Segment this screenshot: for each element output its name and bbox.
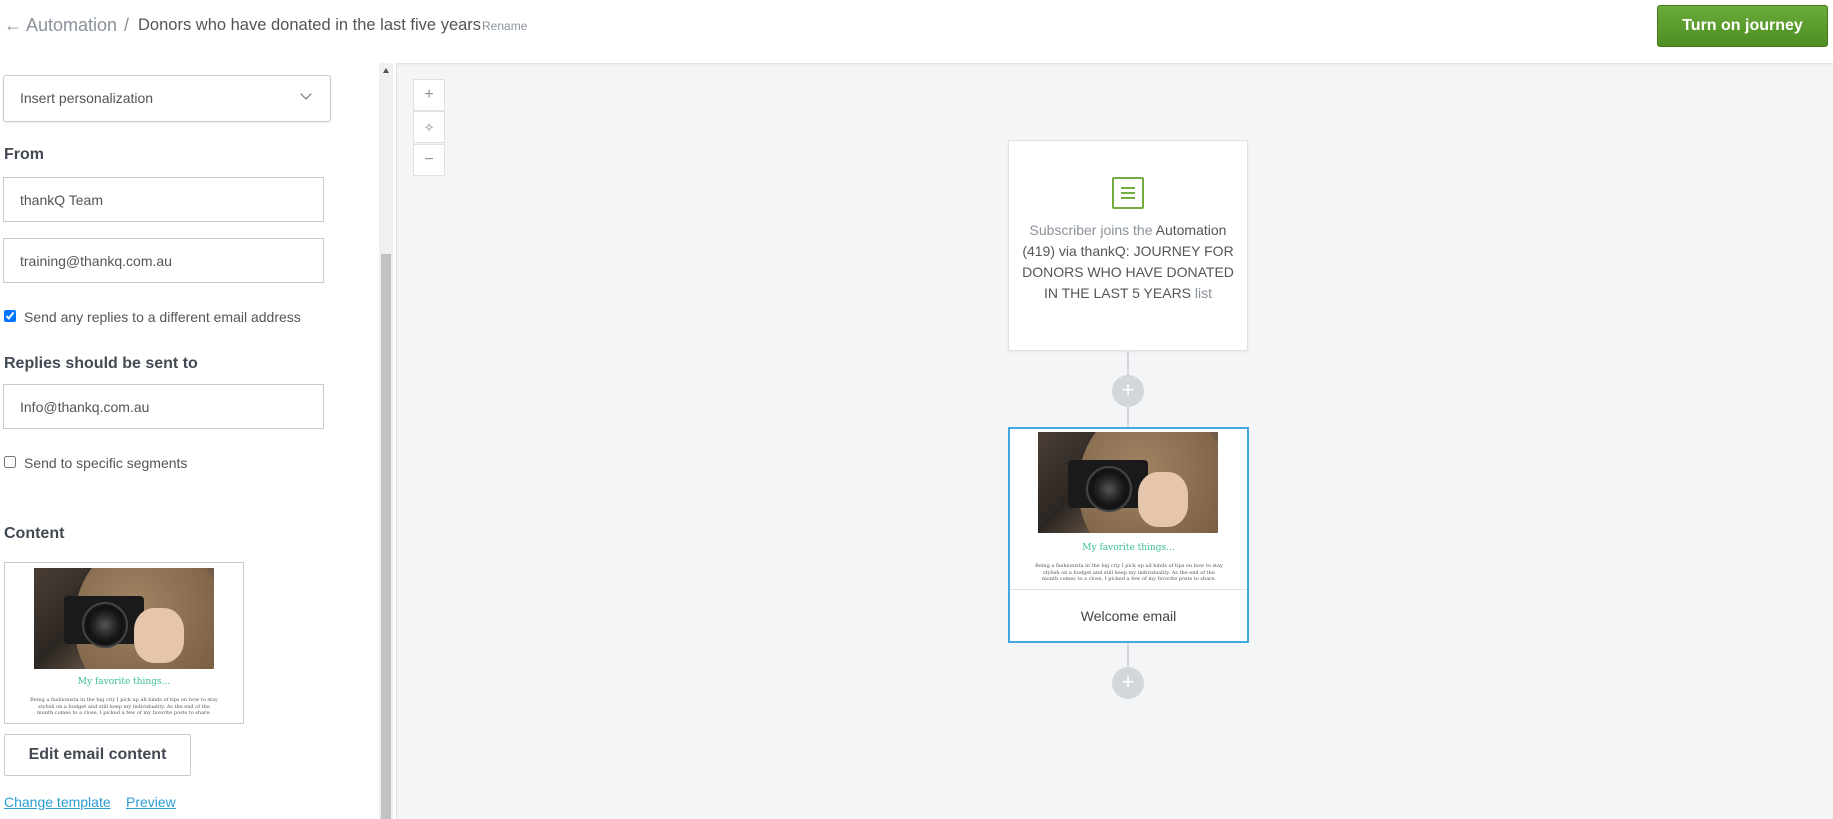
replies-to-label: Replies should be sent to: [4, 355, 198, 372]
welcome-email-node[interactable]: My favorite things... Being a fashionist…: [1008, 427, 1249, 643]
breadcrumb-automation-link[interactable]: Automation: [26, 15, 117, 36]
camera-photo-image: [1038, 432, 1218, 533]
reply-email-input[interactable]: [3, 384, 324, 429]
thumbnail-heading: My favorite things...: [77, 677, 171, 687]
list-icon: [1112, 177, 1144, 209]
rename-link[interactable]: Rename: [482, 19, 527, 33]
from-label: From: [4, 146, 44, 163]
trigger-description: Subscriber joins the Automation (419) vi…: [1022, 222, 1234, 301]
reply-to-different-label[interactable]: Send any replies to a different email ad…: [24, 309, 301, 325]
zoom-in-button[interactable]: +: [413, 79, 445, 111]
page-title: Donors who have donated in the last five…: [138, 16, 482, 34]
specific-segments-label[interactable]: Send to specific segments: [24, 455, 187, 471]
from-name-input[interactable]: [3, 177, 324, 222]
thumbnail-body-text: Being a fashionista in the big city I pi…: [30, 697, 218, 716]
zoom-fit-button[interactable]: ⟡: [413, 111, 445, 143]
add-step-button[interactable]: +: [1112, 375, 1144, 407]
preview-link[interactable]: Preview: [126, 794, 176, 810]
zoom-out-button[interactable]: −: [413, 144, 445, 176]
reply-to-different-checkbox[interactable]: [4, 310, 16, 322]
email-preview: My favorite things... Being a fashionist…: [1010, 429, 1247, 590]
breadcrumb-separator: /: [124, 15, 130, 35]
email-content-thumbnail[interactable]: My favorite things... Being a fashionist…: [4, 562, 244, 724]
top-header: ← Automation / Donors who have donated i…: [0, 0, 1833, 64]
camera-photo-image: [34, 568, 214, 669]
email-node-name: Welcome email: [1080, 608, 1177, 624]
back-arrow-icon[interactable]: ←: [4, 15, 22, 36]
specific-segments-checkbox[interactable]: [4, 456, 16, 468]
email-preview-heading: My favorite things...: [1082, 543, 1175, 553]
add-step-button[interactable]: +: [1112, 667, 1144, 699]
scrollbar-thumb[interactable]: [381, 254, 391, 819]
chevron-down-icon: [300, 88, 312, 100]
turn-on-journey-button[interactable]: Turn on journey: [1657, 5, 1828, 47]
from-email-input[interactable]: [3, 238, 324, 283]
journey-trigger-node[interactable]: Subscriber joins the Automation (419) vi…: [1008, 140, 1248, 351]
email-preview-body: Being a fashionista in the big city I pi…: [1035, 563, 1223, 582]
edit-email-content-button[interactable]: Edit email content: [4, 734, 191, 776]
change-template-link[interactable]: Change template: [4, 794, 111, 810]
insert-personalization-label: Insert personalization: [20, 90, 154, 106]
insert-personalization-dropdown[interactable]: Insert personalization: [3, 75, 331, 122]
scroll-up-arrow-icon[interactable]: [383, 68, 389, 73]
content-label: Content: [4, 525, 65, 542]
